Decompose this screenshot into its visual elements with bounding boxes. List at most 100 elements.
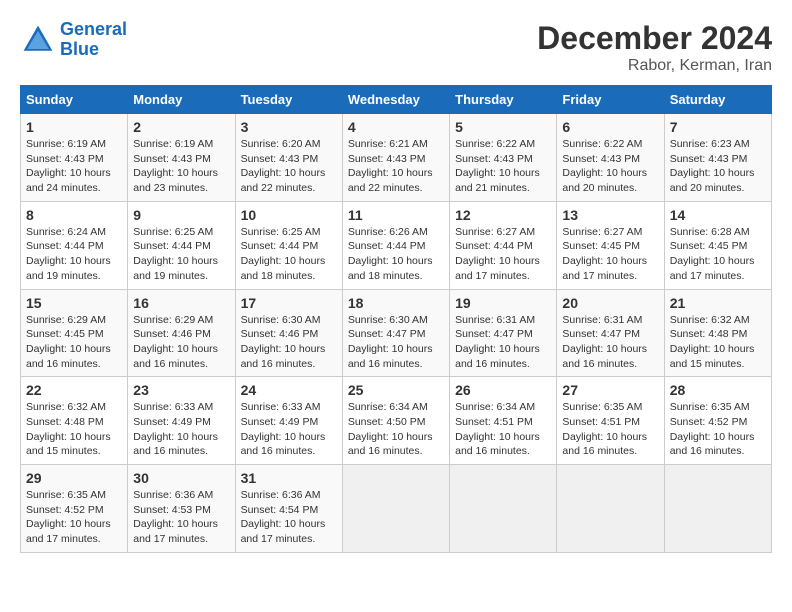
logo: General Blue (20, 20, 127, 60)
calendar-cell: 2 Sunrise: 6:19 AM Sunset: 4:43 PM Daylig… (128, 114, 235, 202)
day-number: 13 (562, 207, 658, 223)
calendar-week-1: 1Sunrise: 6:19 AM Sunset: 4:43 PM Daylig… (21, 114, 772, 202)
calendar-cell: 30 Sunrise: 6:36 AM Sunset: 4:53 PM Dayli… (128, 465, 235, 553)
calendar-cell (664, 465, 771, 553)
calendar-week-5: 29 Sunrise: 6:35 AM Sunset: 4:52 PM Dayli… (21, 465, 772, 553)
day-info: Sunrise: 6:36 AM Sunset: 4:53 PM Dayligh… (133, 488, 229, 547)
calendar-cell: 23Sunrise: 6:33 AM Sunset: 4:49 PM Dayli… (128, 377, 235, 465)
logo-line2: Blue (60, 39, 99, 59)
day-info: Sunrise: 6:28 AM Sunset: 4:45 PM Dayligh… (670, 225, 766, 284)
day-info: Sunrise: 6:29 AM Sunset: 4:46 PM Dayligh… (133, 313, 229, 372)
day-info: Sunrise: 6:27 AM Sunset: 4:44 PM Dayligh… (455, 225, 551, 284)
calendar-cell: 18Sunrise: 6:30 AM Sunset: 4:47 PM Dayli… (342, 289, 449, 377)
day-number: 10 (241, 207, 337, 223)
day-info: Sunrise: 6:24 AM Sunset: 4:44 PM Dayligh… (26, 225, 122, 284)
day-number: 21 (670, 295, 766, 311)
day-info: Sunrise: 6:31 AM Sunset: 4:47 PM Dayligh… (455, 313, 551, 372)
day-info: Sunrise: 6:27 AM Sunset: 4:45 PM Dayligh… (562, 225, 658, 284)
day-info: Sunrise: 6:35 AM Sunset: 4:52 PM Dayligh… (26, 488, 122, 547)
day-info: Sunrise: 6:22 AM Sunset: 4:43 PM Dayligh… (562, 137, 658, 196)
day-header-thursday: Thursday (450, 86, 557, 114)
calendar-header-row: SundayMondayTuesdayWednesdayThursdayFrid… (21, 86, 772, 114)
day-number: 12 (455, 207, 551, 223)
calendar-table: SundayMondayTuesdayWednesdayThursdayFrid… (20, 85, 772, 553)
calendar-cell: 20Sunrise: 6:31 AM Sunset: 4:47 PM Dayli… (557, 289, 664, 377)
day-info: Sunrise: 6:20 AM Sunset: 4:43 PM Dayligh… (241, 137, 337, 196)
day-number: 6 (562, 119, 658, 135)
calendar-cell: 26 Sunrise: 6:34 AM Sunset: 4:51 PM Dayli… (450, 377, 557, 465)
title-block: December 2024 Rabor, Kerman, Iran (537, 20, 772, 75)
day-info: Sunrise: 6:21 AM Sunset: 4:43 PM Dayligh… (348, 137, 444, 196)
calendar-cell: 28 Sunrise: 6:35 AM Sunset: 4:52 PM Dayli… (664, 377, 771, 465)
day-number: 3 (241, 119, 337, 135)
calendar-cell (342, 465, 449, 553)
page-header: General Blue December 2024 Rabor, Kerman… (20, 20, 772, 75)
day-header-tuesday: Tuesday (235, 86, 342, 114)
day-number: 9 (133, 207, 229, 223)
calendar-cell: 19 Sunrise: 6:31 AM Sunset: 4:47 PM Dayli… (450, 289, 557, 377)
day-number: 26 (455, 382, 551, 398)
day-info: Sunrise: 6:30 AM Sunset: 4:46 PM Dayligh… (241, 313, 337, 372)
day-info: Sunrise: 6:35 AM Sunset: 4:51 PM Dayligh… (562, 400, 658, 459)
calendar-cell: 11Sunrise: 6:26 AM Sunset: 4:44 PM Dayli… (342, 201, 449, 289)
calendar-cell (450, 465, 557, 553)
day-number: 8 (26, 207, 122, 223)
day-info: Sunrise: 6:25 AM Sunset: 4:44 PM Dayligh… (133, 225, 229, 284)
calendar-cell: 10 Sunrise: 6:25 AM Sunset: 4:44 PM Dayli… (235, 201, 342, 289)
day-number: 28 (670, 382, 766, 398)
day-info: Sunrise: 6:34 AM Sunset: 4:50 PM Dayligh… (348, 400, 444, 459)
calendar-cell: 24 Sunrise: 6:33 AM Sunset: 4:49 PM Dayli… (235, 377, 342, 465)
calendar-cell: 7 Sunrise: 6:23 AM Sunset: 4:43 PM Daylig… (664, 114, 771, 202)
day-info: Sunrise: 6:32 AM Sunset: 4:48 PM Dayligh… (26, 400, 122, 459)
calendar-week-2: 8 Sunrise: 6:24 AM Sunset: 4:44 PM Daylig… (21, 201, 772, 289)
calendar-cell: 21 Sunrise: 6:32 AM Sunset: 4:48 PM Dayli… (664, 289, 771, 377)
calendar-cell: 27 Sunrise: 6:35 AM Sunset: 4:51 PM Dayli… (557, 377, 664, 465)
calendar-title: December 2024 (537, 20, 772, 57)
day-header-saturday: Saturday (664, 86, 771, 114)
calendar-cell: 25 Sunrise: 6:34 AM Sunset: 4:50 PM Dayli… (342, 377, 449, 465)
day-number: 22 (26, 382, 122, 398)
calendar-cell: 1Sunrise: 6:19 AM Sunset: 4:43 PM Daylig… (21, 114, 128, 202)
day-number: 11 (348, 207, 444, 223)
logo-line1: General (60, 19, 127, 39)
calendar-cell: 12 Sunrise: 6:27 AM Sunset: 4:44 PM Dayli… (450, 201, 557, 289)
day-number: 19 (455, 295, 551, 311)
day-info: Sunrise: 6:25 AM Sunset: 4:44 PM Dayligh… (241, 225, 337, 284)
day-number: 2 (133, 119, 229, 135)
day-number: 17 (241, 295, 337, 311)
day-number: 14 (670, 207, 766, 223)
day-info: Sunrise: 6:19 AM Sunset: 4:43 PM Dayligh… (26, 137, 122, 196)
day-number: 5 (455, 119, 551, 135)
day-info: Sunrise: 6:34 AM Sunset: 4:51 PM Dayligh… (455, 400, 551, 459)
day-number: 15 (26, 295, 122, 311)
day-number: 29 (26, 470, 122, 486)
day-number: 4 (348, 119, 444, 135)
day-info: Sunrise: 6:19 AM Sunset: 4:43 PM Dayligh… (133, 137, 229, 196)
day-info: Sunrise: 6:23 AM Sunset: 4:43 PM Dayligh… (670, 137, 766, 196)
calendar-cell: 13 Sunrise: 6:27 AM Sunset: 4:45 PM Dayli… (557, 201, 664, 289)
day-number: 27 (562, 382, 658, 398)
day-info: Sunrise: 6:33 AM Sunset: 4:49 PM Dayligh… (241, 400, 337, 459)
day-info: Sunrise: 6:36 AM Sunset: 4:54 PM Dayligh… (241, 488, 337, 547)
calendar-week-4: 22 Sunrise: 6:32 AM Sunset: 4:48 PM Dayli… (21, 377, 772, 465)
calendar-cell: 8 Sunrise: 6:24 AM Sunset: 4:44 PM Daylig… (21, 201, 128, 289)
day-number: 30 (133, 470, 229, 486)
calendar-cell: 9 Sunrise: 6:25 AM Sunset: 4:44 PM Daylig… (128, 201, 235, 289)
day-number: 24 (241, 382, 337, 398)
calendar-cell (557, 465, 664, 553)
day-header-friday: Friday (557, 86, 664, 114)
day-number: 7 (670, 119, 766, 135)
day-info: Sunrise: 6:31 AM Sunset: 4:47 PM Dayligh… (562, 313, 658, 372)
day-info: Sunrise: 6:33 AM Sunset: 4:49 PM Dayligh… (133, 400, 229, 459)
calendar-subtitle: Rabor, Kerman, Iran (537, 57, 772, 75)
day-header-sunday: Sunday (21, 86, 128, 114)
logo-text: General Blue (60, 20, 127, 60)
calendar-cell: 5Sunrise: 6:22 AM Sunset: 4:43 PM Daylig… (450, 114, 557, 202)
calendar-cell: 14 Sunrise: 6:28 AM Sunset: 4:45 PM Dayli… (664, 201, 771, 289)
calendar-cell: 15Sunrise: 6:29 AM Sunset: 4:45 PM Dayli… (21, 289, 128, 377)
day-number: 25 (348, 382, 444, 398)
calendar-cell: 6 Sunrise: 6:22 AM Sunset: 4:43 PM Daylig… (557, 114, 664, 202)
day-info: Sunrise: 6:32 AM Sunset: 4:48 PM Dayligh… (670, 313, 766, 372)
calendar-cell: 17 Sunrise: 6:30 AM Sunset: 4:46 PM Dayli… (235, 289, 342, 377)
day-info: Sunrise: 6:35 AM Sunset: 4:52 PM Dayligh… (670, 400, 766, 459)
